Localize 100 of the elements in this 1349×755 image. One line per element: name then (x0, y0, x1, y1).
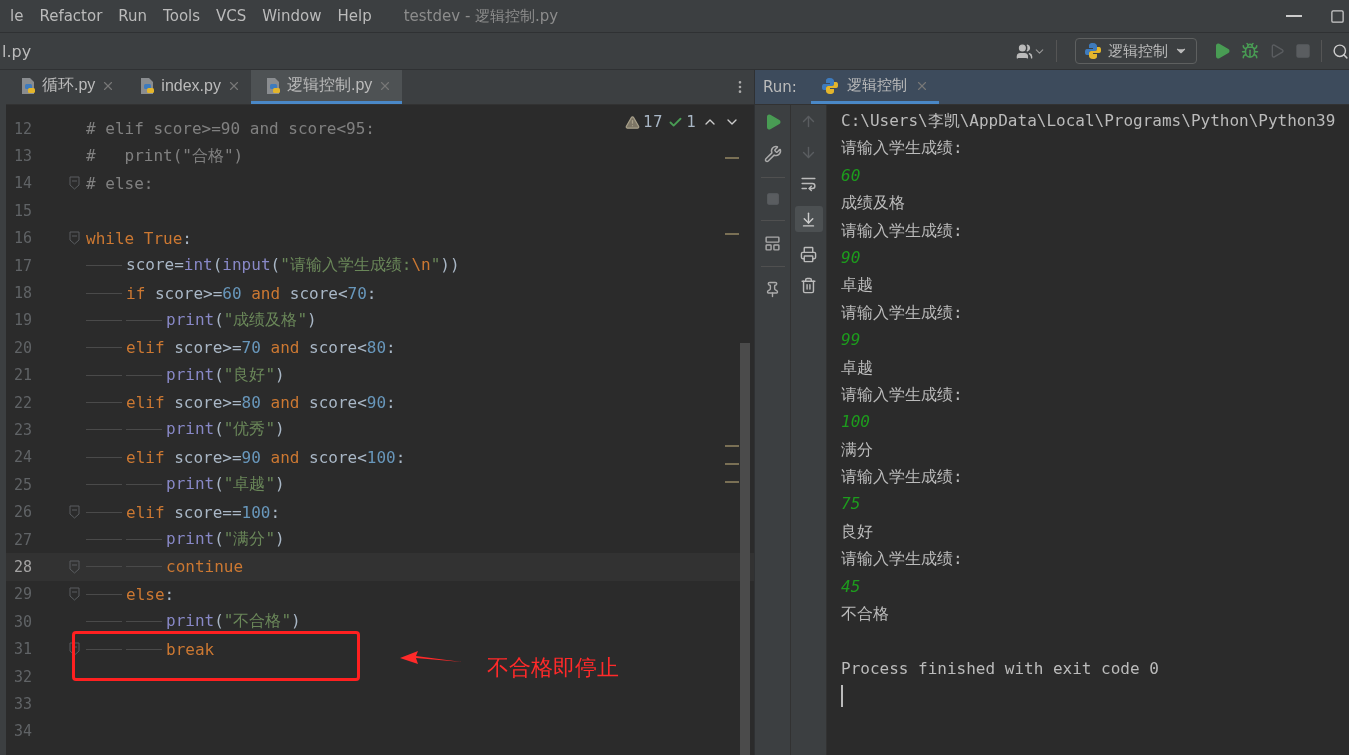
wrench-icon (763, 145, 782, 163)
line-number: 21 (12, 366, 32, 385)
users-icon (1016, 42, 1033, 60)
stop-button[interactable] (765, 192, 780, 206)
line-number: 20 (12, 338, 32, 357)
layout-icon (764, 235, 781, 252)
run-config-dropdown[interactable]: 逻辑控制 (1075, 38, 1197, 64)
console-output-text: C:\Users\李凯\AppData\Local\Programs\Python\Python39 (841, 110, 1336, 132)
code-line: elif score>=80 and score<90: (126, 393, 396, 413)
line-number: 29 (12, 585, 32, 604)
run-label: Run: (762, 77, 798, 98)
settings-button[interactable] (763, 145, 782, 163)
python-logo-icon (1084, 42, 1102, 60)
code-line: print("优秀") (166, 419, 285, 441)
fold-marker-icon[interactable] (69, 587, 80, 602)
maximize-icon (1330, 8, 1345, 24)
line-number: 18 (12, 284, 32, 303)
soft-wrap-button[interactable] (800, 175, 817, 192)
editor-tab[interactable]: 逻辑控制.py (250, 70, 403, 104)
console-output-text: 请输入学生成绩: (841, 383, 963, 406)
coverage-button[interactable] (1269, 43, 1285, 59)
layout-button[interactable] (764, 235, 781, 252)
pin-button[interactable] (764, 281, 781, 298)
annotation-text: 不合格即停止 (487, 654, 619, 682)
warning-icon (625, 114, 641, 130)
console-entered-text: 99 (841, 329, 861, 352)
maximize-button[interactable] (1330, 8, 1345, 24)
menu-item[interactable]: Run (110, 7, 156, 25)
code-line: score=int(input("请输入学生成绩:\n")) (126, 255, 460, 277)
down-arrow-button[interactable] (800, 144, 817, 161)
line-number: 24 (12, 448, 32, 467)
console-output-text: 不合格 (841, 603, 889, 626)
menu-item[interactable]: Refactor (31, 7, 111, 25)
weak-warning-count[interactable]: 1 (668, 113, 696, 131)
code-line: elif score==100: (126, 502, 281, 522)
code-line: # print("合格") (86, 145, 244, 167)
pin-icon (764, 281, 781, 298)
fold-marker-icon[interactable] (69, 505, 80, 520)
play-icon (1213, 42, 1231, 60)
console-output-text: 请输入学生成绩: (841, 548, 963, 571)
code-line: print("良好") (166, 364, 285, 386)
menu-item[interactable]: Help (329, 7, 380, 25)
line-number: 34 (12, 722, 32, 741)
line-number: 28 (12, 557, 32, 576)
line-number: 16 (12, 229, 32, 248)
editor-tab[interactable]: 循环.py (6, 70, 126, 104)
scroll-to-end-button[interactable] (794, 206, 823, 232)
console-entered-text: 60 (841, 164, 861, 187)
line-number: 30 (12, 612, 32, 631)
code-line: elif score>=90 and score<100: (126, 447, 406, 467)
console-entered-text: 90 (841, 246, 861, 269)
fold-marker-icon[interactable] (69, 642, 80, 657)
console-output-text: Process finished with exit code 0 (841, 657, 1159, 680)
arrow-down-to-line-icon (800, 210, 817, 228)
code-line: # else: (86, 173, 154, 193)
menu-item[interactable]: le (2, 7, 32, 25)
fold-marker-icon[interactable] (69, 559, 80, 574)
debug-button[interactable] (1241, 42, 1259, 60)
play-outline-icon (1269, 43, 1285, 59)
search-button[interactable] (1332, 42, 1349, 60)
line-number: 26 (12, 503, 32, 522)
stop-icon (765, 192, 780, 206)
code-line: break (166, 639, 215, 659)
line-number: 14 (12, 174, 32, 193)
code-line: continue (166, 557, 244, 577)
line-number: 31 (12, 640, 32, 659)
scrollbar-thumb[interactable] (740, 343, 750, 755)
delete-button[interactable] (800, 277, 817, 294)
warning-count[interactable]: 17 (625, 113, 663, 131)
menu-item[interactable]: Tools (155, 7, 209, 25)
menu-item[interactable]: Window (254, 7, 330, 25)
up-arrow-button[interactable] (800, 113, 817, 130)
code-line: elif score>=70 and score<80: (126, 338, 396, 358)
console-output-text: 请输入学生成绩: (841, 466, 963, 489)
line-number: 32 (12, 667, 32, 686)
stop-icon (1295, 43, 1311, 59)
line-number: 22 (12, 393, 32, 412)
run-button[interactable] (1213, 42, 1231, 60)
bug-icon (1241, 42, 1259, 60)
fold-marker-icon[interactable] (69, 231, 80, 246)
line-number: 25 (12, 475, 32, 494)
editor-tab[interactable]: index.py (125, 70, 251, 104)
fold-marker-icon[interactable] (69, 176, 80, 191)
console-entered-text: 75 (841, 493, 861, 516)
line-number: 15 (12, 201, 32, 220)
stop-button[interactable] (1295, 43, 1311, 59)
line-number: 19 (12, 311, 32, 330)
menu-item[interactable]: VCS (208, 7, 255, 25)
console-output-text: 满分 (841, 438, 873, 461)
console-output-text: 卓越 (841, 274, 873, 297)
python-file-icon (20, 76, 36, 95)
code-line: # elif score>=90 and score<95: (86, 119, 375, 139)
trash-icon (800, 277, 817, 294)
print-button[interactable] (800, 246, 817, 263)
user-dropdown-button[interactable] (1016, 42, 1046, 60)
code-line: else: (126, 584, 175, 604)
line-number: 27 (12, 530, 32, 549)
code-line: print("满分") (166, 529, 285, 551)
code-line: while True: (86, 228, 192, 248)
breadcrumb[interactable]: l.py (2, 41, 32, 61)
